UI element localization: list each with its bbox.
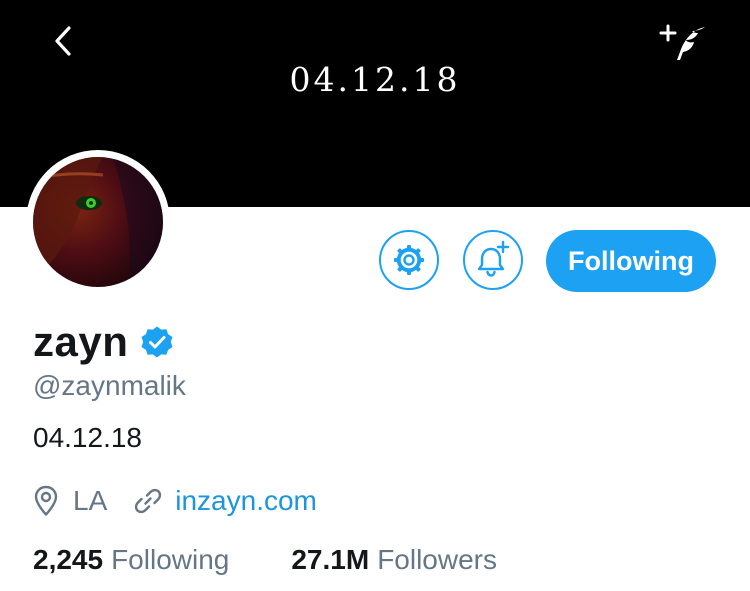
- profile-meta: LA inzayn.com: [33, 485, 317, 517]
- website-link[interactable]: inzayn.com: [175, 485, 317, 517]
- avatar[interactable]: [26, 150, 170, 294]
- location-text: LA: [73, 485, 108, 516]
- following-count: 2,245: [33, 544, 104, 575]
- name-row: zayn: [33, 318, 174, 366]
- settings-button[interactable]: [379, 230, 439, 290]
- verified-badge-icon: [141, 326, 173, 358]
- avatar-image: [33, 157, 163, 287]
- followers-stat[interactable]: 27.1M Followers: [291, 544, 497, 576]
- link-icon: [135, 488, 162, 514]
- followers-count: 27.1M: [291, 544, 370, 575]
- handle: @zaynmalik: [33, 370, 186, 401]
- banner-text: 04.12.18: [289, 60, 461, 99]
- gear-icon: [394, 245, 424, 275]
- compose-tweet-button[interactable]: [658, 20, 710, 66]
- following-stat[interactable]: 2,245 Following: [33, 544, 229, 576]
- profile-stats: 2,245 Following 27.1M Followers: [33, 544, 497, 576]
- location-icon: [34, 485, 58, 516]
- chevron-left-icon: [55, 26, 71, 56]
- following-button[interactable]: Following: [546, 230, 716, 292]
- followers-label: Followers: [377, 544, 497, 575]
- notifications-button[interactable]: [463, 230, 523, 290]
- bio: 04.12.18: [33, 422, 142, 453]
- display-name: zayn: [33, 318, 129, 365]
- bell-plus-icon: [477, 240, 510, 277]
- compose-tweet-icon: [659, 24, 705, 60]
- back-button[interactable]: [42, 20, 86, 64]
- following-label: Following: [111, 544, 230, 575]
